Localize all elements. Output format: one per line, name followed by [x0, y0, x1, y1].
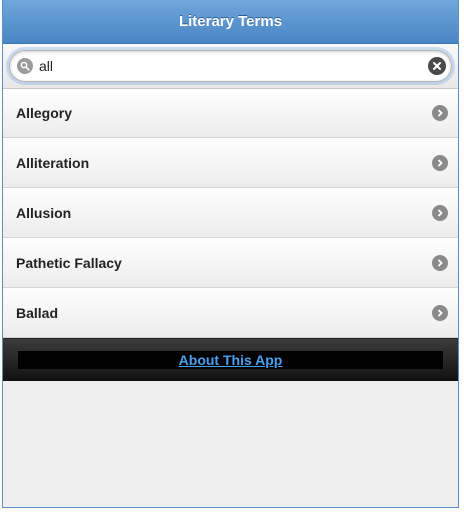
chevron-right-icon: [432, 204, 448, 221]
footer-link-container: About This App: [18, 351, 443, 369]
list-item[interactable]: Allusion: [3, 188, 458, 238]
list-item[interactable]: Ballad: [3, 288, 458, 338]
list-item[interactable]: Pathetic Fallacy: [3, 238, 458, 288]
clear-icon[interactable]: [428, 57, 446, 75]
list-item[interactable]: Allegory: [3, 89, 458, 138]
chevron-right-icon: [432, 105, 448, 121]
app-frame: Literary Terms Allegory: [2, 0, 459, 508]
list-item-label: Allegory: [16, 105, 73, 121]
header-bar: Literary Terms: [3, 0, 458, 44]
list-item[interactable]: Alliteration: [3, 138, 458, 188]
chevron-right-icon: [432, 154, 448, 171]
footer-bar: About This App: [3, 338, 458, 381]
list-item-label: Alliteration: [16, 154, 90, 171]
chevron-right-icon: [432, 304, 448, 321]
search-field[interactable]: [9, 50, 452, 82]
about-app-link[interactable]: About This App: [179, 352, 283, 368]
search-icon: [17, 58, 33, 74]
list-item-label: Allusion: [16, 204, 72, 221]
search-bar: [3, 44, 458, 89]
page-title: Literary Terms: [178, 13, 283, 30]
list-item-label: Pathetic Fallacy: [16, 254, 122, 271]
list-item-label: Ballad: [16, 304, 59, 321]
chevron-right-icon: [432, 254, 448, 271]
terms-list: Allegory Alliteration Allusion Pathetic …: [3, 89, 458, 338]
search-input[interactable]: [33, 54, 428, 78]
